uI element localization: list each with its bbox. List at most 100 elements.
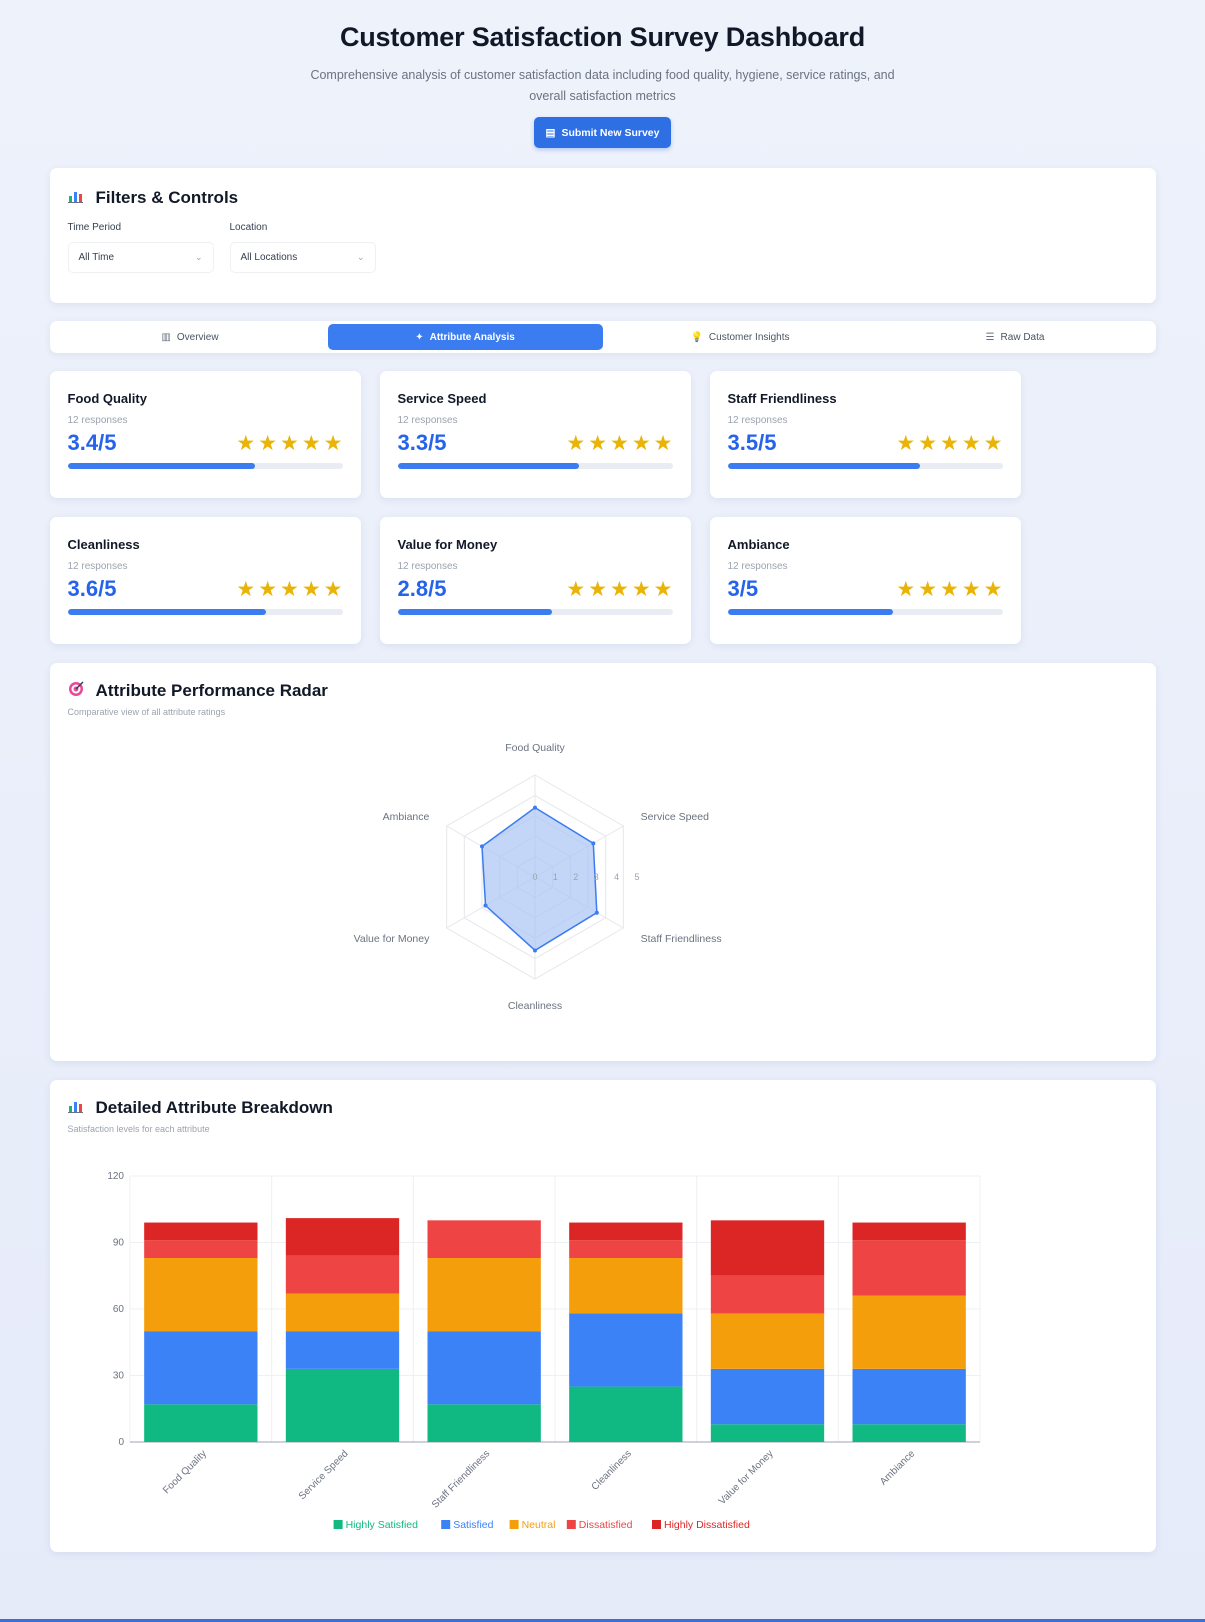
radar-point: [483, 903, 488, 908]
location-label: Location: [229, 222, 268, 233]
x-tick-label: Cleanliness: [589, 1448, 633, 1492]
stacked-bar-chart: 0 30 60 90 120 Food Quality Service Speed Staff…: [107, 1171, 980, 1531]
metric-responses: 12 responses: [397, 561, 458, 572]
bar-segment: [427, 1258, 541, 1332]
metric-card: Cleanliness 12 responses 3.6/5 ★ ★ ★ ★ ★: [49, 517, 361, 644]
metric-grid: Food Quality 12 responses 3.4/5 ★ ★ ★ ★ ★ Ser…: [49, 371, 1156, 644]
metric-card: Ambiance 12 responses 3/5 ★ ★ ★ ★ ★: [709, 517, 1021, 644]
tab-overview[interactable]: ▥ Overview: [53, 324, 328, 350]
legend-label: Highly Satisfied: [345, 1519, 418, 1531]
progress-bar: [727, 463, 1003, 469]
bar-chart-icon: [67, 1099, 86, 1117]
star-icon: ★: [258, 577, 278, 601]
y-tick-label: 30: [112, 1371, 124, 1382]
list-icon: ☰: [985, 331, 995, 343]
metric-name: Cleanliness: [67, 537, 140, 552]
bar-segment: [285, 1368, 399, 1442]
radar-axis-label: Value for Money: [353, 933, 429, 945]
filters-panel: Filters & Controls Time Period All Time …: [49, 168, 1156, 303]
star-icon: ★: [566, 431, 586, 455]
time-period-select[interactable]: All Time ⌄: [67, 242, 214, 273]
metric-score: 3.5/5: [727, 430, 777, 455]
star-rating: ★ ★ ★ ★ ★: [566, 433, 672, 454]
radar-subtitle: Comparative view of all attribute rating…: [67, 707, 226, 717]
progress-bar: [727, 609, 1003, 615]
radar-tick-label: 5: [634, 872, 639, 882]
radar-point: [590, 841, 595, 846]
metric-responses: 12 responses: [67, 561, 128, 572]
metric-name: Value for Money: [397, 537, 498, 552]
radar-panel: Attribute Performance Radar Comparative …: [49, 663, 1156, 1061]
bar-segment: [852, 1295, 966, 1369]
page-header: Customer Satisfaction Survey Dashboard C…: [50, 22, 1156, 148]
breakdown-title-text: Detailed Attribute Breakdown: [95, 1098, 333, 1117]
breakdown-title: Detailed Attribute Breakdown: [67, 1098, 1138, 1118]
star-icon: ★: [588, 431, 608, 455]
bar-segment: [285, 1293, 399, 1332]
star-icon: ★: [236, 577, 256, 601]
x-tick-label: Value for Money: [716, 1448, 775, 1507]
progress-fill: [397, 609, 552, 615]
star-icon: ★: [918, 577, 938, 601]
bar-segment: [568, 1258, 682, 1314]
y-tick-label: 90: [112, 1238, 124, 1249]
radar-point: [479, 844, 484, 849]
bar-segment: [427, 1220, 541, 1259]
bar-segment: [285, 1331, 399, 1369]
page-title: Customer Satisfaction Survey Dashboard: [339, 22, 866, 52]
location-select[interactable]: All Locations ⌄: [229, 242, 376, 273]
bar-segment: [710, 1368, 824, 1425]
radar-chart: 0 1 2 3 4 5 Food Quality Service Speed Staff Fri…: [353, 742, 721, 1012]
star-rating: ★ ★ ★ ★ ★: [236, 433, 342, 454]
radar-axis-label: Ambiance: [382, 811, 429, 823]
metric-card: Value for Money 12 responses 2.8/5 ★ ★ ★ ★ ★: [379, 517, 691, 644]
bar-segment: [568, 1222, 682, 1241]
breakdown-panel: Detailed Attribute Breakdown Satisfactio…: [49, 1080, 1156, 1552]
chart-icon: ▥: [161, 331, 171, 343]
metric-score: 3.6/5: [67, 576, 117, 601]
progress-fill: [727, 609, 893, 615]
legend-label: Satisfied: [453, 1519, 493, 1531]
metric-score: 3.3/5: [397, 430, 447, 455]
star-icon: ★: [566, 577, 586, 601]
radar-tick-label: 2: [573, 872, 578, 882]
star-icon: ★: [896, 431, 916, 455]
tab-label: Raw Data: [1000, 331, 1045, 343]
y-tick-label: 0: [118, 1437, 124, 1448]
metric-score: 2.8/5: [397, 576, 447, 601]
radar-title-text: Attribute Performance Radar: [95, 681, 328, 700]
bar-segment: [143, 1240, 257, 1259]
metric-card: Service Speed 12 responses 3.3/5 ★ ★ ★ ★ ★: [379, 371, 691, 498]
page-description: Comprehensive analysis of customer satis…: [310, 68, 895, 103]
star-icon: ★: [653, 431, 673, 455]
submit-survey-button[interactable]: ▤ Submit New Survey: [533, 117, 672, 148]
radar-axis-label: Staff Friendliness: [640, 933, 721, 945]
x-tick-label: Ambiance: [878, 1448, 918, 1488]
tab-customer-insights[interactable]: 💡 Customer Insights: [603, 324, 878, 350]
tab-attribute-analysis[interactable]: ✦ Attribute Analysis: [327, 324, 603, 350]
bar-segment: [852, 1368, 966, 1425]
progress-fill: [67, 609, 266, 615]
x-tick-label: Staff Friendliness: [430, 1448, 492, 1510]
star-icon: ★: [258, 431, 278, 455]
bar-segment: [143, 1331, 257, 1405]
metric-responses: 12 responses: [727, 415, 788, 426]
star-icon: ★: [610, 431, 629, 455]
star-icon: ★: [961, 577, 981, 601]
x-tick-label: Service Speed: [296, 1448, 350, 1502]
star-rating: ★ ★ ★ ★ ★: [896, 579, 1002, 600]
metric-responses: 12 responses: [67, 415, 128, 426]
time-period-filter: Time Period All Time ⌄: [67, 222, 214, 273]
time-period-value: All Time: [78, 252, 115, 263]
progress-bar: [397, 463, 673, 469]
radar-point: [532, 948, 537, 953]
bar-segment: [568, 1313, 682, 1387]
star-icon: ★: [323, 577, 343, 601]
star-icon: ★: [301, 577, 321, 601]
bar-segment: [710, 1275, 824, 1314]
star-icon: ★: [918, 431, 938, 455]
legend-label: Neutral: [521, 1519, 555, 1531]
sparkle-icon: ✦: [415, 331, 424, 343]
radar-axis-label: Cleanliness: [507, 1000, 561, 1012]
tab-raw-data[interactable]: ☰ Raw Data: [878, 324, 1153, 350]
